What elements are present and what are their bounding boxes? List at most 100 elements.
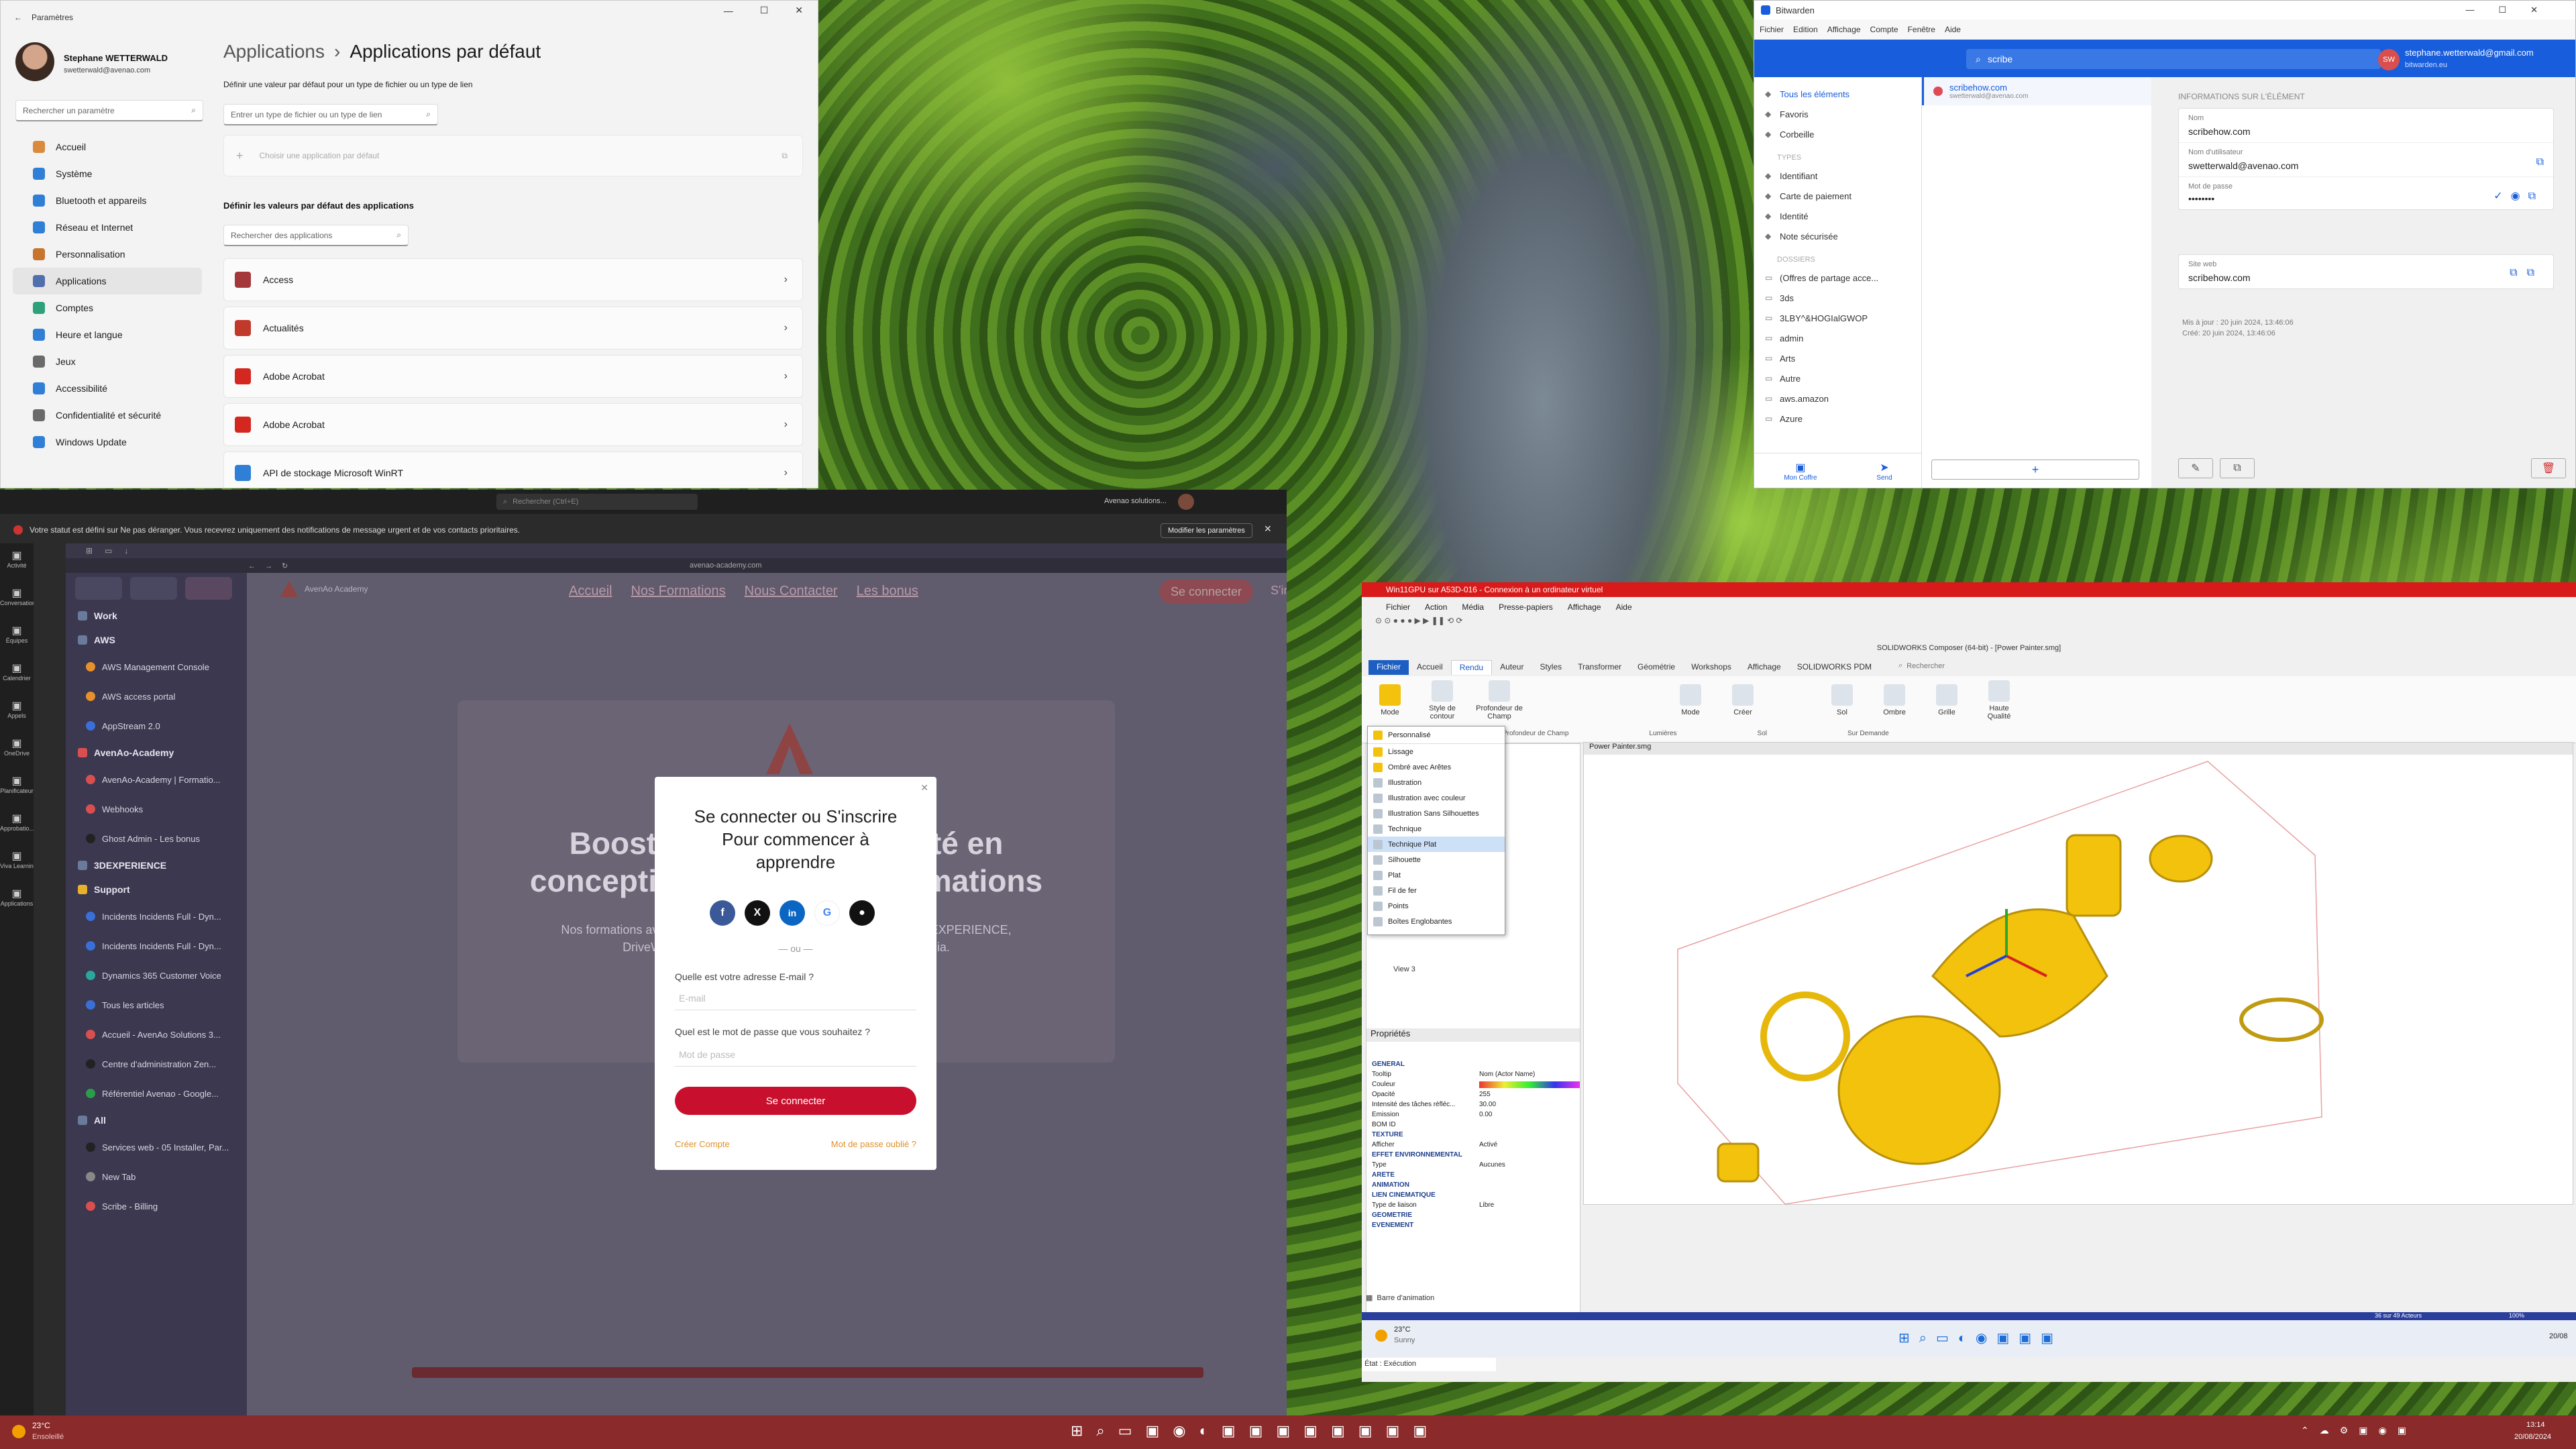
- avatar[interactable]: [15, 42, 54, 81]
- remote-taskbar-apps-icon[interactable]: ⊞⌕▭◐◉▣▣▣: [1898, 1330, 2063, 1346]
- property-row[interactable]: Tooltip Nom (Actor Name): [1366, 1069, 1580, 1079]
- sidebar-item-11[interactable]: Windows Update: [13, 429, 202, 455]
- tab-item[interactable]: New Tab: [66, 1162, 247, 1191]
- modify-settings-button[interactable]: Modifier les paramètres: [1161, 523, 1252, 538]
- rdp-menu-item[interactable]: Aide: [1616, 602, 1632, 612]
- render-mode-item[interactable]: Illustration Sans Silhouettes: [1368, 806, 1505, 821]
- vault-search-input[interactable]: ⌕ scribe: [1966, 49, 2381, 69]
- forgot-password-link[interactable]: Mot de passe oublié ?: [831, 1139, 916, 1149]
- sidebar-item[interactable]: ◆ Note sécurisée: [1754, 226, 1921, 246]
- ribbon-button[interactable]: Ombre: [1876, 684, 1913, 716]
- sidebar-item-3[interactable]: Réseau et Internet: [13, 214, 202, 241]
- sidebar-item[interactable]: ◆ Favoris: [1754, 104, 1921, 124]
- ribbon-tab[interactable]: Géométrie: [1629, 660, 1683, 675]
- rdp-menu-item[interactable]: Action: [1425, 602, 1447, 612]
- render-mode-item[interactable]: Technique Plat: [1368, 837, 1505, 852]
- vault-list-item[interactable]: scribehow.com swetterwald@avenao.com: [1922, 77, 2151, 105]
- sidebar-item[interactable]: ▭ 3ds: [1754, 288, 1921, 308]
- tab-item[interactable]: Webhooks: [66, 794, 247, 824]
- avatar[interactable]: [1178, 494, 1194, 510]
- tab-group[interactable]: AvenAo-Academy: [66, 741, 247, 765]
- ribbon-tab[interactable]: Affichage: [1739, 660, 1789, 675]
- sidebar-item[interactable]: ▭ Autre: [1754, 368, 1921, 388]
- rail-item[interactable]: ▣ OneDrive: [0, 731, 34, 769]
- tab-item[interactable]: AWS Management Console: [66, 652, 247, 682]
- rail-item[interactable]: ▣ Applications: [0, 881, 34, 919]
- sidebar-item-4[interactable]: Personnalisation: [13, 241, 202, 268]
- menu-item[interactable]: Aide: [1945, 25, 1961, 34]
- google-icon[interactable]: G: [814, 900, 840, 926]
- ribbon-button[interactable]: Créer: [1724, 684, 1762, 716]
- nav-arrows-icon[interactable]: ←→↻: [248, 561, 297, 570]
- settings-search-input[interactable]: Rechercher un paramètre ⌕: [15, 100, 203, 121]
- property-row[interactable]: Opacité 255: [1366, 1089, 1580, 1099]
- tabs-icon[interactable]: ▭: [105, 546, 112, 555]
- sidebar-item-2[interactable]: Bluetooth et appareils: [13, 187, 202, 214]
- view-label[interactable]: View 3: [1393, 965, 1415, 973]
- tab-group[interactable]: Support: [66, 877, 247, 902]
- email-field[interactable]: E-mail: [675, 986, 916, 1010]
- ribbon-tab[interactable]: Accueil: [1409, 660, 1451, 675]
- choose-default-app-button[interactable]: + Choisir une application par défaut ⧉: [223, 135, 803, 176]
- rail-item[interactable]: ▣ Viva Learning: [0, 844, 34, 881]
- property-row[interactable]: Émission 0.00: [1366, 1110, 1580, 1120]
- render-mode-item[interactable]: Technique: [1368, 821, 1505, 837]
- sidebar-item[interactable]: ◆ Identité: [1754, 206, 1921, 226]
- viewport-tab[interactable]: Power Painter.smg: [1584, 743, 2573, 755]
- menu-item[interactable]: Fichier: [1760, 25, 1784, 34]
- rdp-menu-item[interactable]: Fichier: [1386, 602, 1410, 612]
- rail-item[interactable]: ▣ Conversation: [0, 581, 34, 619]
- sidebar-item[interactable]: ▭ aws.amazon: [1754, 388, 1921, 409]
- linkedin-icon[interactable]: in: [780, 900, 805, 926]
- menu-item[interactable]: Compte: [1870, 25, 1898, 34]
- rail-item[interactable]: ▣ Activité: [0, 543, 34, 581]
- sidebar-item-7[interactable]: Heure et langue: [13, 321, 202, 348]
- rail-item[interactable]: ▣ Équipes: [0, 619, 34, 656]
- tab-item[interactable]: Dynamics 365 Customer Voice: [66, 961, 247, 990]
- property-row[interactable]: Afficher Activé: [1366, 1140, 1580, 1150]
- sidebar-item-9[interactable]: Accessibilité: [13, 375, 202, 402]
- pinned-tab[interactable]: [75, 577, 122, 600]
- ribbon-tab[interactable]: SOLIDWORKS PDM: [1789, 660, 1880, 675]
- zoom-level[interactable]: 100%: [2509, 1312, 2524, 1319]
- breadcrumb-parent[interactable]: Applications: [223, 41, 325, 62]
- sidebar-item[interactable]: ▭ Azure: [1754, 409, 1921, 429]
- rail-item[interactable]: ▣ Appels: [0, 694, 34, 731]
- apple-icon[interactable]: ●: [849, 900, 875, 926]
- delete-icon[interactable]: 🗑: [2531, 458, 2566, 478]
- sidebar-item[interactable]: ◆ Carte de paiement: [1754, 186, 1921, 206]
- render-mode-item[interactable]: Silhouette: [1368, 852, 1505, 867]
- tab-item[interactable]: AWS access portal: [66, 682, 247, 711]
- render-mode-item[interactable]: Lissage: [1368, 744, 1505, 759]
- rail-item[interactable]: ▣ Planificateur: [0, 769, 34, 806]
- menu-item[interactable]: Edition: [1793, 25, 1818, 34]
- property-row[interactable]: BOM ID: [1366, 1120, 1580, 1130]
- render-mode-item[interactable]: Personnalisé: [1368, 727, 1505, 744]
- facebook-icon[interactable]: f: [710, 900, 735, 926]
- system-tray-icon[interactable]: ⌃☁⚙▣◉▣: [2301, 1425, 2417, 1436]
- username-value[interactable]: swetterwald@avenao.com: [2188, 160, 2544, 171]
- clone-icon[interactable]: ⧉: [2220, 458, 2255, 478]
- render-mode-item[interactable]: Illustration avec couleur: [1368, 790, 1505, 806]
- sidebar-item[interactable]: ◆ Corbeille: [1754, 124, 1921, 144]
- tab-item[interactable]: Ghost Admin - Les bonus: [66, 824, 247, 853]
- avatar[interactable]: SW: [2378, 49, 2400, 70]
- sidebar-item[interactable]: ◆ Tous les éléments: [1754, 84, 1921, 104]
- name-value[interactable]: scribehow.com: [2188, 126, 2544, 137]
- sidebar-item[interactable]: ◆ Identifiant: [1754, 166, 1921, 186]
- tab-item[interactable]: AppStream 2.0: [66, 711, 247, 741]
- ribbon-button[interactable]: Mode: [1672, 684, 1709, 716]
- sidebar-item-0[interactable]: Accueil: [13, 133, 202, 160]
- app-row[interactable]: Adobe Acrobat ›: [223, 355, 803, 398]
- sidebar-item-8[interactable]: Jeux: [13, 348, 202, 375]
- edit-icon[interactable]: ✎: [2178, 458, 2213, 478]
- ribbon-button[interactable]: Profondeur de Champ: [1476, 680, 1523, 720]
- app-row[interactable]: API de stockage Microsoft WinRT ›: [223, 451, 803, 488]
- rail-item[interactable]: ▣ Calendrier: [0, 656, 34, 694]
- ribbon-tab[interactable]: Workshops: [1683, 660, 1739, 675]
- tab-group[interactable]: AWS: [66, 628, 247, 652]
- pinned-tab[interactable]: [130, 577, 177, 600]
- ribbon-button[interactable]: Haute Qualité: [1980, 680, 2018, 720]
- rdp-toolbar-icons[interactable]: ⊙ ⊙ ● ● ● ▶ ▶ ❚❚ ⟲ ⟳: [1375, 616, 1463, 625]
- site-value[interactable]: scribehow.com: [2188, 272, 2544, 283]
